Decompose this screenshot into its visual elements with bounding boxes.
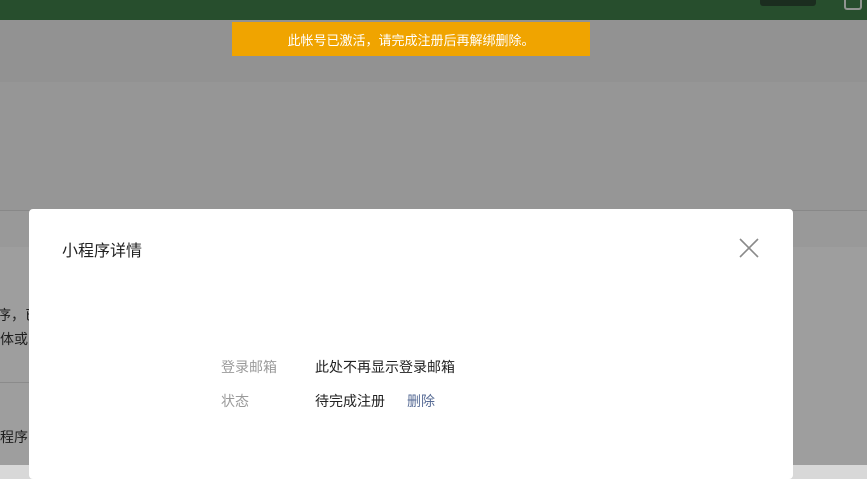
dialog-title: 小程序详情 — [62, 243, 143, 260]
login-email-value: 此处不再显示登录邮箱 — [315, 359, 455, 375]
status-value: 待完成注册 — [315, 393, 385, 409]
mini-program-details-dialog: 小程序详情 登录邮箱 此处不再显示登录邮箱 状态 待完成注册 删除 — [29, 209, 793, 479]
delete-link[interactable]: 删除 — [407, 391, 435, 411]
status-label: 状态 — [221, 393, 249, 409]
login-email-label: 登录邮箱 — [221, 359, 277, 375]
close-icon[interactable] — [737, 236, 761, 260]
activation-warning-banner: 此帐号已激活，请完成注册后再解绑删除。 — [232, 22, 590, 56]
